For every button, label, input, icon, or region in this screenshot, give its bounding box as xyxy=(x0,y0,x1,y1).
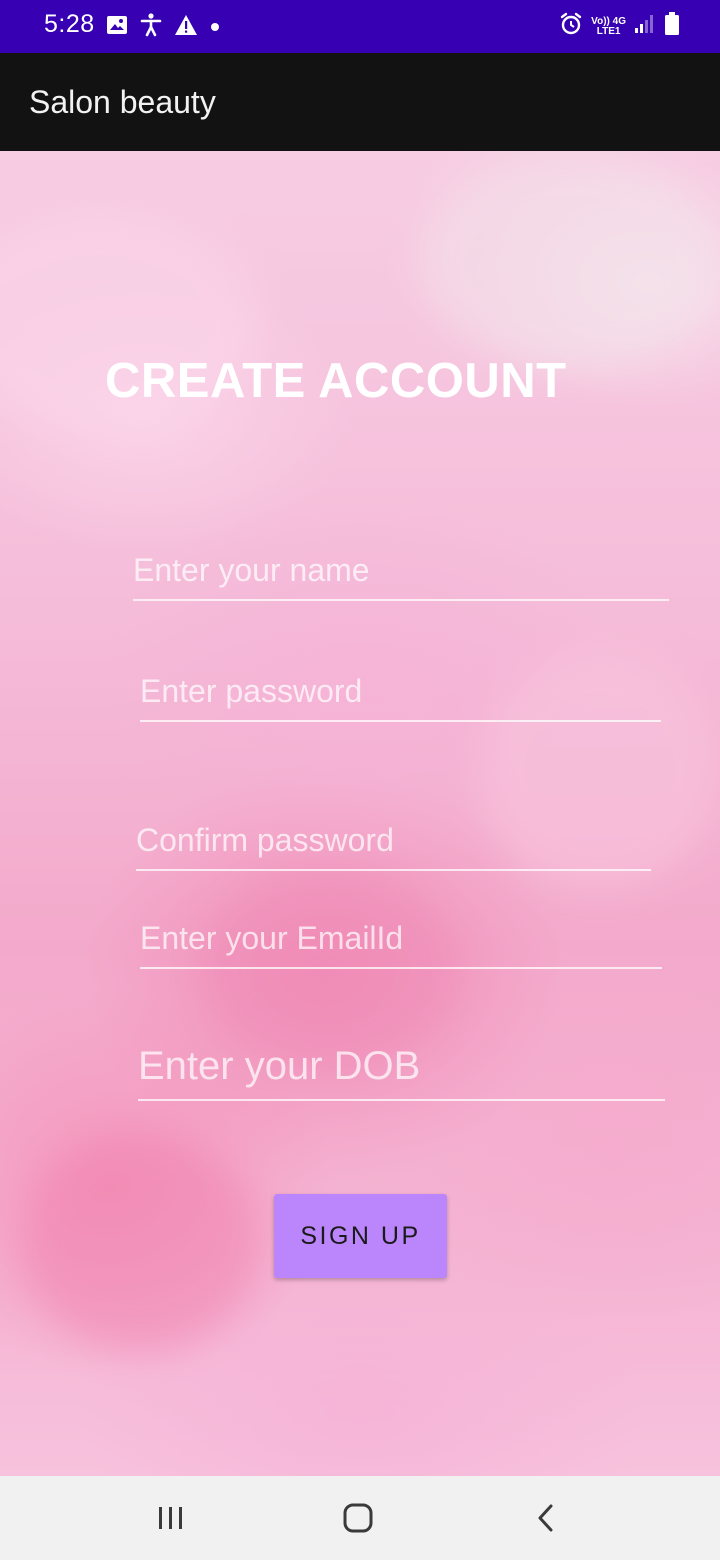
email-input[interactable]: Enter your EmailId xyxy=(140,906,662,969)
email-input-placeholder: Enter your EmailId xyxy=(140,920,404,956)
alarm-icon xyxy=(559,12,583,41)
navigation-bar xyxy=(0,1476,720,1560)
back-icon[interactable] xyxy=(526,1498,566,1538)
network-top-label: Vo)) 4G xyxy=(591,15,626,27)
status-bar: 5:28 Vo)) 4G LTE1 xyxy=(0,0,720,53)
create-account-screen: CREATE ACCOUNT Enter your name Enter pas… xyxy=(0,151,720,1476)
page-title: CREATE ACCOUNT xyxy=(105,354,567,408)
screen: 5:28 Vo)) 4G LTE1 Salon beauty CREATE AC… xyxy=(0,0,720,1560)
status-time: 5:28 xyxy=(44,10,95,38)
dob-input-placeholder: Enter your DOB xyxy=(138,1044,421,1088)
dob-input[interactable]: Enter your DOB xyxy=(138,1031,665,1101)
network-bottom-label: LTE1 xyxy=(596,25,621,37)
warning-icon xyxy=(174,14,198,41)
background-cloud xyxy=(420,151,720,371)
app-bar: Salon beauty xyxy=(0,53,720,151)
confirm-password-input[interactable]: Confirm password xyxy=(136,796,651,871)
confirm-password-input-placeholder: Confirm password xyxy=(136,822,394,858)
signup-button[interactable]: SIGN UP xyxy=(274,1194,447,1278)
battery-icon xyxy=(664,12,680,41)
app-title: Salon beauty xyxy=(29,84,216,120)
status-left-icons xyxy=(106,13,220,42)
accessibility-icon xyxy=(140,13,162,42)
name-input-placeholder: Enter your name xyxy=(133,552,370,588)
home-icon[interactable] xyxy=(338,1498,378,1538)
dot-icon xyxy=(210,19,220,37)
image-icon xyxy=(106,15,128,40)
signal-icon xyxy=(634,13,656,40)
background-cloud xyxy=(20,1131,260,1351)
name-input[interactable]: Enter your name xyxy=(133,536,669,601)
network-indicator: Vo)) 4G LTE1 xyxy=(591,15,626,37)
password-input-placeholder: Enter password xyxy=(140,673,363,709)
recents-icon[interactable] xyxy=(151,1498,191,1538)
password-input[interactable]: Enter password xyxy=(140,656,661,722)
status-right-icons: Vo)) 4G LTE1 xyxy=(559,12,680,41)
